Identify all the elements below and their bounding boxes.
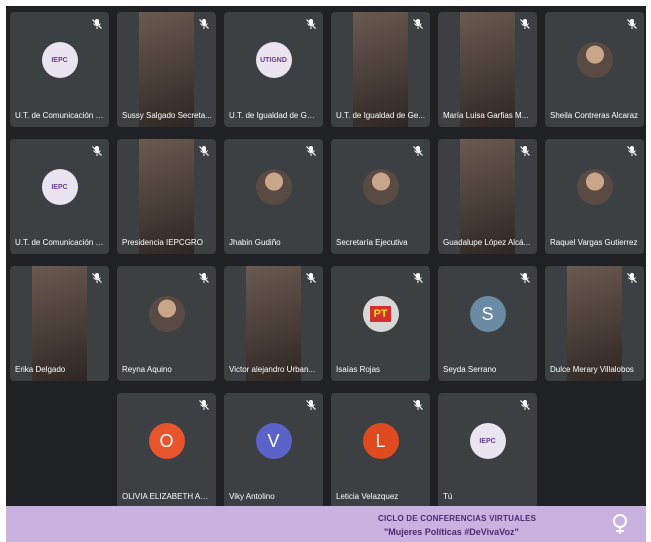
participant-name: Presidencia IEPCGRO bbox=[122, 238, 203, 247]
mic-muted-icon bbox=[627, 19, 637, 29]
participant-video bbox=[353, 12, 408, 127]
participant-logo-avatar: IEPC bbox=[469, 423, 506, 460]
participant-photo-avatar bbox=[148, 296, 185, 333]
participant-logo-avatar: UTIGND bbox=[255, 42, 292, 79]
participant-tile[interactable]: PT Isaías Rojas bbox=[331, 266, 430, 381]
mic-muted-icon bbox=[92, 19, 102, 29]
event-banner: CICLO DE CONFERENCIAS VIRTUALES "Mujeres… bbox=[6, 506, 646, 542]
participant-tile[interactable]: Sheila Contreras Alcaraz bbox=[545, 12, 644, 127]
participant-tile[interactable]: UTIGND U.T. de Igualdad de Gén... bbox=[224, 12, 323, 127]
mic-muted-icon bbox=[92, 273, 102, 283]
participant-name: Viky Antolino bbox=[229, 492, 275, 501]
participant-video bbox=[460, 12, 515, 127]
mic-muted-icon bbox=[627, 146, 637, 156]
participant-name: U.T. de Comunicación S... bbox=[15, 238, 105, 247]
participant-tile[interactable]: Guadalupe López Alcá... bbox=[438, 139, 537, 254]
participant-photo-avatar bbox=[576, 169, 613, 206]
participant-initial-avatar: S bbox=[469, 296, 506, 333]
participant-photo-avatar bbox=[576, 42, 613, 79]
participant-name: Reyna Aquino bbox=[122, 365, 172, 374]
participant-name: Tú bbox=[443, 492, 453, 501]
participant-tile[interactable]: Reyna Aquino bbox=[117, 266, 216, 381]
participant-tile[interactable]: María Luisa Garfias M... bbox=[438, 12, 537, 127]
participant-tile[interactable]: O OLIVIA ELIZABETH ALV... bbox=[117, 393, 216, 508]
participant-tile[interactable]: U.T. de Igualdad de Ge... bbox=[331, 12, 430, 127]
participant-name: OLIVIA ELIZABETH ALV... bbox=[122, 492, 212, 501]
mic-muted-icon bbox=[520, 273, 530, 283]
participant-tile[interactable]: Erika Delgado bbox=[10, 266, 109, 381]
mic-muted-icon bbox=[520, 19, 530, 29]
participant-name: María Luisa Garfias M... bbox=[443, 111, 529, 120]
participant-video bbox=[567, 266, 622, 381]
mic-muted-icon bbox=[306, 19, 316, 29]
participant-tile[interactable]: IEPC Tú bbox=[438, 393, 537, 508]
mic-muted-icon bbox=[92, 146, 102, 156]
participant-logo-avatar: IEPC bbox=[41, 169, 78, 206]
participant-name: Sheila Contreras Alcaraz bbox=[550, 111, 639, 120]
mic-muted-icon bbox=[199, 19, 209, 29]
participant-initial-avatar: V bbox=[255, 423, 292, 460]
participant-video bbox=[139, 139, 194, 254]
mic-muted-icon bbox=[306, 400, 316, 410]
participant-name: Erika Delgado bbox=[15, 365, 66, 374]
meeting-screen: IEPC U.T. de Comunicación S... Sussy Salga… bbox=[0, 0, 651, 542]
participant-name: U.T. de Igualdad de Ge... bbox=[336, 111, 425, 120]
participant-name: Raquel Vargas Gutierrez bbox=[550, 238, 638, 247]
participant-name: Secretaría Ejecutiva bbox=[336, 238, 408, 247]
participant-name: Guadalupe López Alcá... bbox=[443, 238, 531, 247]
mic-muted-icon bbox=[413, 19, 423, 29]
banner-subtitle: "Mujeres Políticas #DeVivaVoz" bbox=[384, 527, 519, 537]
participant-name: Sussy Salgado Secreta... bbox=[122, 111, 212, 120]
mic-muted-icon bbox=[199, 273, 209, 283]
participant-video bbox=[460, 139, 515, 254]
participant-name: Isaías Rojas bbox=[336, 365, 381, 374]
participant-tile[interactable]: Sussy Salgado Secreta... bbox=[117, 12, 216, 127]
mic-muted-icon bbox=[306, 273, 316, 283]
participant-name: Dulce Merary Villalobos bbox=[550, 365, 634, 374]
participant-video bbox=[32, 266, 87, 381]
mic-muted-icon bbox=[199, 146, 209, 156]
participant-name: U.T. de Comunicación S... bbox=[15, 111, 105, 120]
participant-name: U.T. de Igualdad de Gén... bbox=[229, 111, 319, 120]
participant-tile[interactable]: Presidencia IEPCGRO bbox=[117, 139, 216, 254]
participant-tile[interactable]: Raquel Vargas Gutierrez bbox=[545, 139, 644, 254]
participant-name: Seyda Serrano bbox=[443, 365, 497, 374]
mic-muted-icon bbox=[413, 400, 423, 410]
mic-muted-icon bbox=[413, 146, 423, 156]
participant-logo-avatar: IEPC bbox=[41, 42, 78, 79]
mic-muted-icon bbox=[520, 146, 530, 156]
participant-tile[interactable]: Victor alejandro Urban... bbox=[224, 266, 323, 381]
participant-tile[interactable]: S Seyda Serrano bbox=[438, 266, 537, 381]
participant-tile[interactable]: IEPC U.T. de Comunicación S... bbox=[10, 12, 109, 127]
participant-tile[interactable]: L Leticia Velazquez bbox=[331, 393, 430, 508]
participant-grid: IEPC U.T. de Comunicación S... Sussy Salga… bbox=[6, 6, 646, 508]
participant-tile[interactable]: V Viky Antolino bbox=[224, 393, 323, 508]
participant-name: Victor alejandro Urban... bbox=[229, 365, 316, 374]
participant-name: Leticia Velazquez bbox=[336, 492, 399, 501]
participant-video bbox=[246, 266, 301, 381]
venus-symbol-icon bbox=[613, 514, 627, 534]
participant-tile[interactable]: IEPC U.T. de Comunicación S... bbox=[10, 139, 109, 254]
participant-initial-avatar: O bbox=[148, 423, 185, 460]
participant-video bbox=[139, 12, 194, 127]
participant-name: Jhabin Gudiño bbox=[229, 238, 281, 247]
mic-muted-icon bbox=[627, 273, 637, 283]
participant-tile[interactable]: Jhabin Gudiño bbox=[224, 139, 323, 254]
participant-logo-avatar: PT bbox=[362, 296, 399, 333]
participant-photo-avatar bbox=[255, 169, 292, 206]
banner-title: CICLO DE CONFERENCIAS VIRTUALES bbox=[378, 514, 537, 523]
participant-tile[interactable]: Dulce Merary Villalobos bbox=[545, 266, 644, 381]
mic-muted-icon bbox=[413, 273, 423, 283]
participant-photo-avatar bbox=[362, 169, 399, 206]
participant-initial-avatar: L bbox=[362, 423, 399, 460]
mic-muted-icon bbox=[520, 400, 530, 410]
mic-muted-icon bbox=[306, 146, 316, 156]
participant-tile[interactable]: Secretaría Ejecutiva bbox=[331, 139, 430, 254]
mic-muted-icon bbox=[199, 400, 209, 410]
